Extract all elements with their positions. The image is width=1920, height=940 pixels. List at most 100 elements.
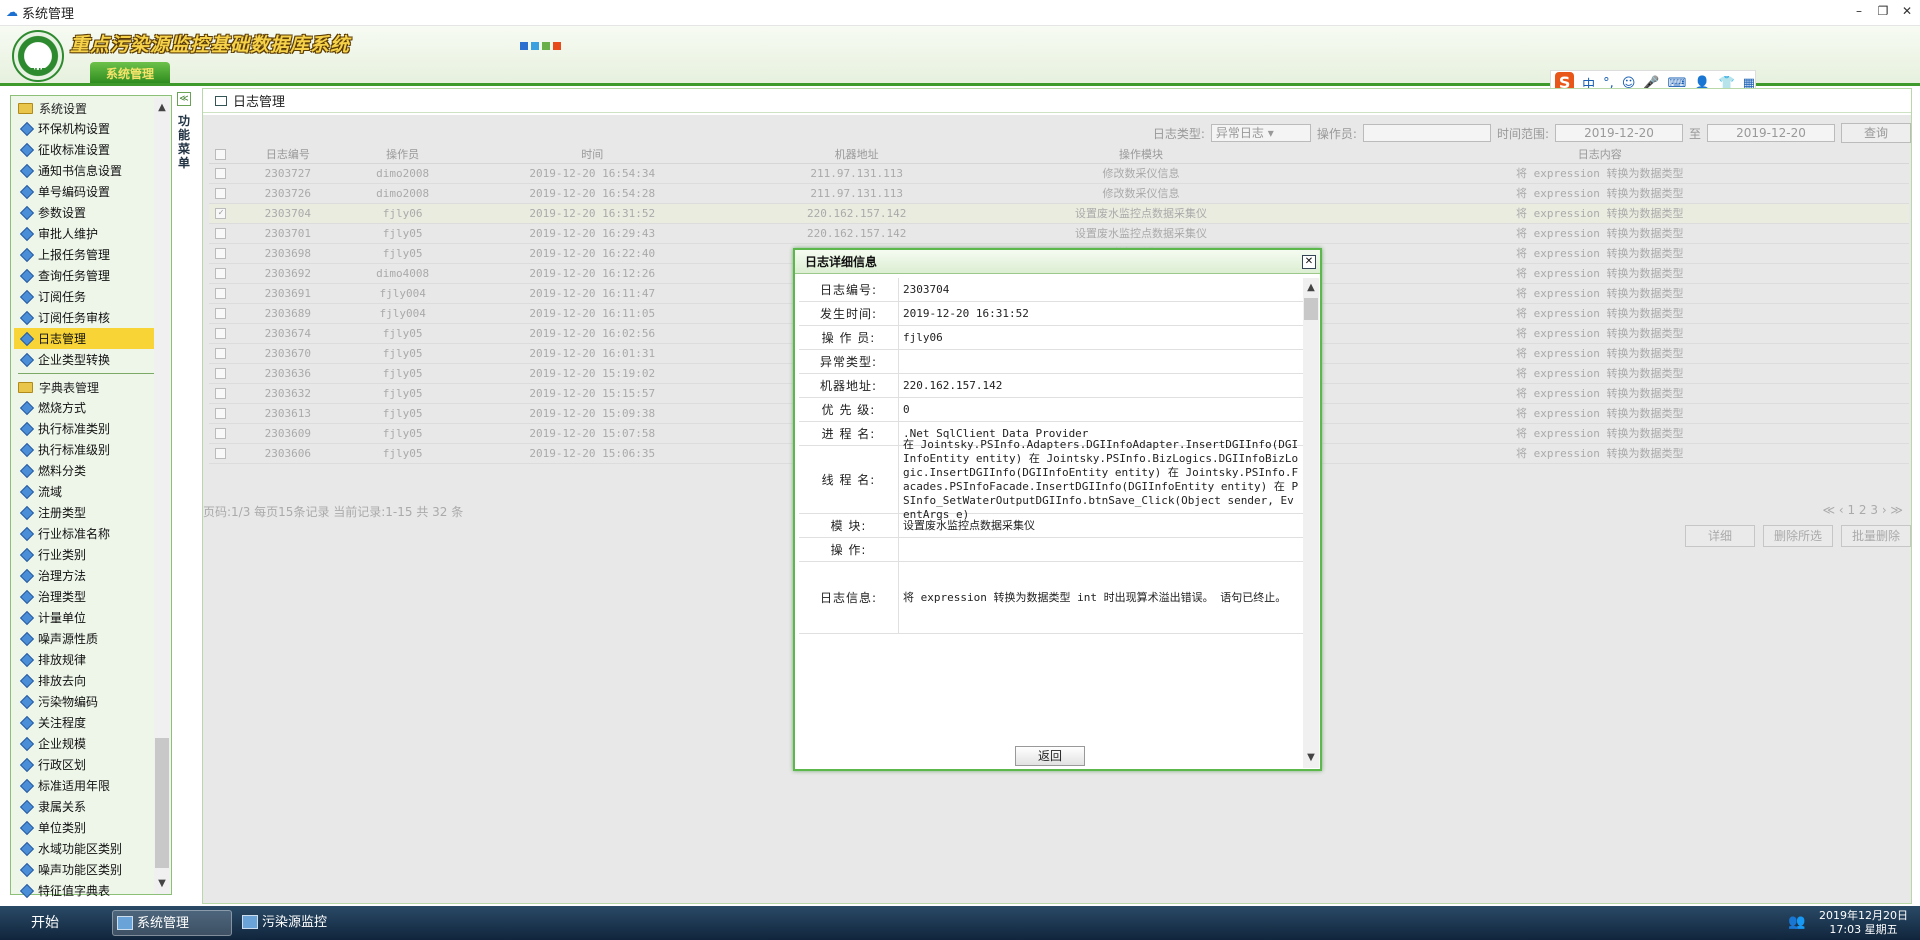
theme-blue[interactable]	[520, 42, 528, 50]
row-checkbox[interactable]: ✓	[215, 208, 227, 219]
task-system-management[interactable]: 系统管理	[112, 910, 232, 936]
sidebar-item[interactable]: 环保机构设置	[14, 118, 154, 139]
theme-green[interactable]	[542, 42, 550, 50]
row-checkbox[interactable]	[215, 328, 227, 339]
sidebar-item[interactable]: 参数设置	[14, 202, 154, 223]
taskbar-clock[interactable]: 2019年12月20日 17:03 星期五	[1819, 909, 1908, 937]
operator-input[interactable]	[1362, 124, 1491, 142]
sidebar-item[interactable]: 燃料分类	[14, 460, 154, 481]
tab-system-management[interactable]: 系统管理	[90, 62, 170, 84]
date-to-label: 至	[1688, 126, 1701, 141]
sidebar-item[interactable]: 排放去向	[14, 670, 154, 691]
sidebar-item[interactable]: 行业类别	[14, 544, 154, 565]
sidebar-group-label: 字典表管理	[39, 380, 100, 395]
sidebar-item[interactable]: 流域	[14, 481, 154, 502]
sidebar-item[interactable]: 订阅任务审核	[14, 307, 154, 328]
row-checkbox[interactable]	[215, 248, 227, 259]
sidebar-item[interactable]: 污染物编码	[14, 691, 154, 712]
row-checkbox[interactable]	[215, 228, 227, 239]
sidebar-item[interactable]: 注册类型	[14, 502, 154, 523]
sidebar-item[interactable]: 行业标准名称	[14, 523, 154, 544]
row-checkbox[interactable]	[215, 188, 227, 199]
row-checkbox[interactable]	[215, 388, 227, 399]
row-checkbox[interactable]	[215, 268, 227, 279]
sidebar-item[interactable]: 审批人维护	[14, 223, 154, 244]
sidebar-item[interactable]: 特征值字典表	[14, 880, 154, 901]
scroll-up-icon[interactable]: ▲	[154, 100, 170, 116]
sidebar-item[interactable]: 订阅任务	[14, 286, 154, 307]
collapse-arrow-icon[interactable]: ≪	[177, 92, 191, 106]
sidebar-item[interactable]: 单号编码设置	[14, 181, 154, 202]
sidebar-item[interactable]: 通知书信息设置	[14, 160, 154, 181]
query-button[interactable]: 查询	[1841, 123, 1911, 143]
sidebar-item[interactable]: 治理类型	[14, 586, 154, 607]
sidebar-item[interactable]: 企业类型转换	[14, 349, 154, 370]
sidebar-item[interactable]: 日志管理	[14, 328, 154, 349]
log-type-select[interactable]: 异常日志 ▾	[1210, 124, 1311, 142]
row-checkbox[interactable]	[215, 308, 227, 319]
table-row[interactable]: 2303727 dimo2008 2019-12-20 16:54:34 211.97…	[209, 163, 1909, 184]
select-all-checkbox[interactable]	[215, 148, 227, 160]
column-header[interactable]: 操作模块	[991, 145, 1291, 164]
sidebar-item[interactable]: 征收标准设置	[14, 139, 154, 160]
sidebar-item[interactable]: 隶属关系	[14, 796, 154, 817]
restore-button[interactable]: ❐	[1876, 4, 1890, 18]
sidebar-item[interactable]: 执行标准类别	[14, 418, 154, 439]
delete-selected-button[interactable]: 删除所选	[1763, 525, 1833, 547]
back-button[interactable]: 返回	[1015, 746, 1085, 766]
dialog-close-icon[interactable]: ✕	[1302, 255, 1316, 269]
scroll-thumb[interactable]	[155, 738, 169, 868]
sidebar-item[interactable]: 水域功能区类别	[14, 838, 154, 859]
sidebar-item[interactable]: 查询任务管理	[14, 265, 154, 286]
row-checkbox[interactable]	[215, 408, 227, 419]
sidebar-item[interactable]: 行政区划	[14, 754, 154, 775]
sidebar-item[interactable]: 标准适用年限	[14, 775, 154, 796]
column-header[interactable]: 时间	[462, 145, 722, 164]
start-button[interactable]: 开始	[0, 906, 90, 940]
sidebar-item[interactable]: 关注程度	[14, 712, 154, 733]
sidebar-item[interactable]: 单位类别	[14, 817, 154, 838]
date-from-input[interactable]: 2019-12-20	[1554, 124, 1683, 142]
row-checkbox[interactable]	[215, 368, 227, 379]
theme-orange[interactable]	[553, 42, 561, 50]
sidebar-scrollbar[interactable]: ▲ ▼	[154, 98, 170, 894]
scroll-down-icon[interactable]: ▼	[154, 876, 170, 892]
minimize-button[interactable]: –	[1852, 4, 1866, 18]
scroll-thumb[interactable]	[1304, 298, 1318, 320]
scroll-up-icon[interactable]: ▲	[1303, 280, 1319, 296]
scroll-down-icon[interactable]: ▼	[1303, 750, 1319, 766]
row-checkbox[interactable]	[215, 448, 227, 459]
column-header[interactable]: 日志内容	[1290, 145, 1909, 164]
column-header[interactable]: 机器地址	[721, 145, 992, 164]
sidebar-item[interactable]: 燃烧方式	[14, 397, 154, 418]
close-window-button[interactable]: ✕	[1900, 4, 1914, 18]
row-checkbox[interactable]	[215, 348, 227, 359]
batch-delete-button[interactable]: 批量删除	[1841, 525, 1911, 547]
column-header[interactable]: 日志编号	[232, 145, 343, 164]
sidebar-group[interactable]: 系统设置	[14, 98, 154, 118]
row-checkbox[interactable]	[215, 428, 227, 439]
dialog-scrollbar[interactable]: ▲ ▼	[1303, 278, 1319, 768]
sidebar-group[interactable]: 字典表管理	[14, 377, 154, 397]
date-to-input[interactable]: 2019-12-20	[1707, 124, 1835, 142]
detail-button[interactable]: 详细	[1685, 525, 1755, 547]
row-checkbox[interactable]	[215, 288, 227, 299]
sidebar-item[interactable]: 噪声功能区类别	[14, 859, 154, 880]
users-tray-icon[interactable]: 👥	[1788, 914, 1808, 934]
table-row[interactable]: 2303726 dimo2008 2019-12-20 16:54:28 211.97…	[209, 183, 1909, 204]
column-header[interactable]: 操作员	[342, 145, 463, 164]
sidebar-item[interactable]: 治理方法	[14, 565, 154, 586]
sidebar-item[interactable]: 企业规模	[14, 733, 154, 754]
sidebar-item[interactable]: 噪声源性质	[14, 628, 154, 649]
sidebar-item[interactable]: 执行标准级别	[14, 439, 154, 460]
table-row[interactable]: 2303701 fjly05 2019-12-20 16:29:43 220.162.…	[209, 223, 1909, 244]
row-checkbox[interactable]	[215, 168, 227, 179]
pager[interactable]: ≪ ‹ 1 2 3 › ≫	[1822, 503, 1903, 517]
sidebar-item-label: 企业类型转换	[38, 353, 111, 367]
sidebar-item[interactable]: 上报任务管理	[14, 244, 154, 265]
task-pollution-monitor[interactable]: 污染源监控	[238, 910, 358, 936]
sidebar-item[interactable]: 排放规律	[14, 649, 154, 670]
table-row[interactable]: ✓ 2303704 fjly06 2019-12-20 16:31:52 220.162…	[209, 203, 1909, 224]
theme-lightblue[interactable]	[531, 42, 539, 50]
sidebar-item[interactable]: 计量单位	[14, 607, 154, 628]
